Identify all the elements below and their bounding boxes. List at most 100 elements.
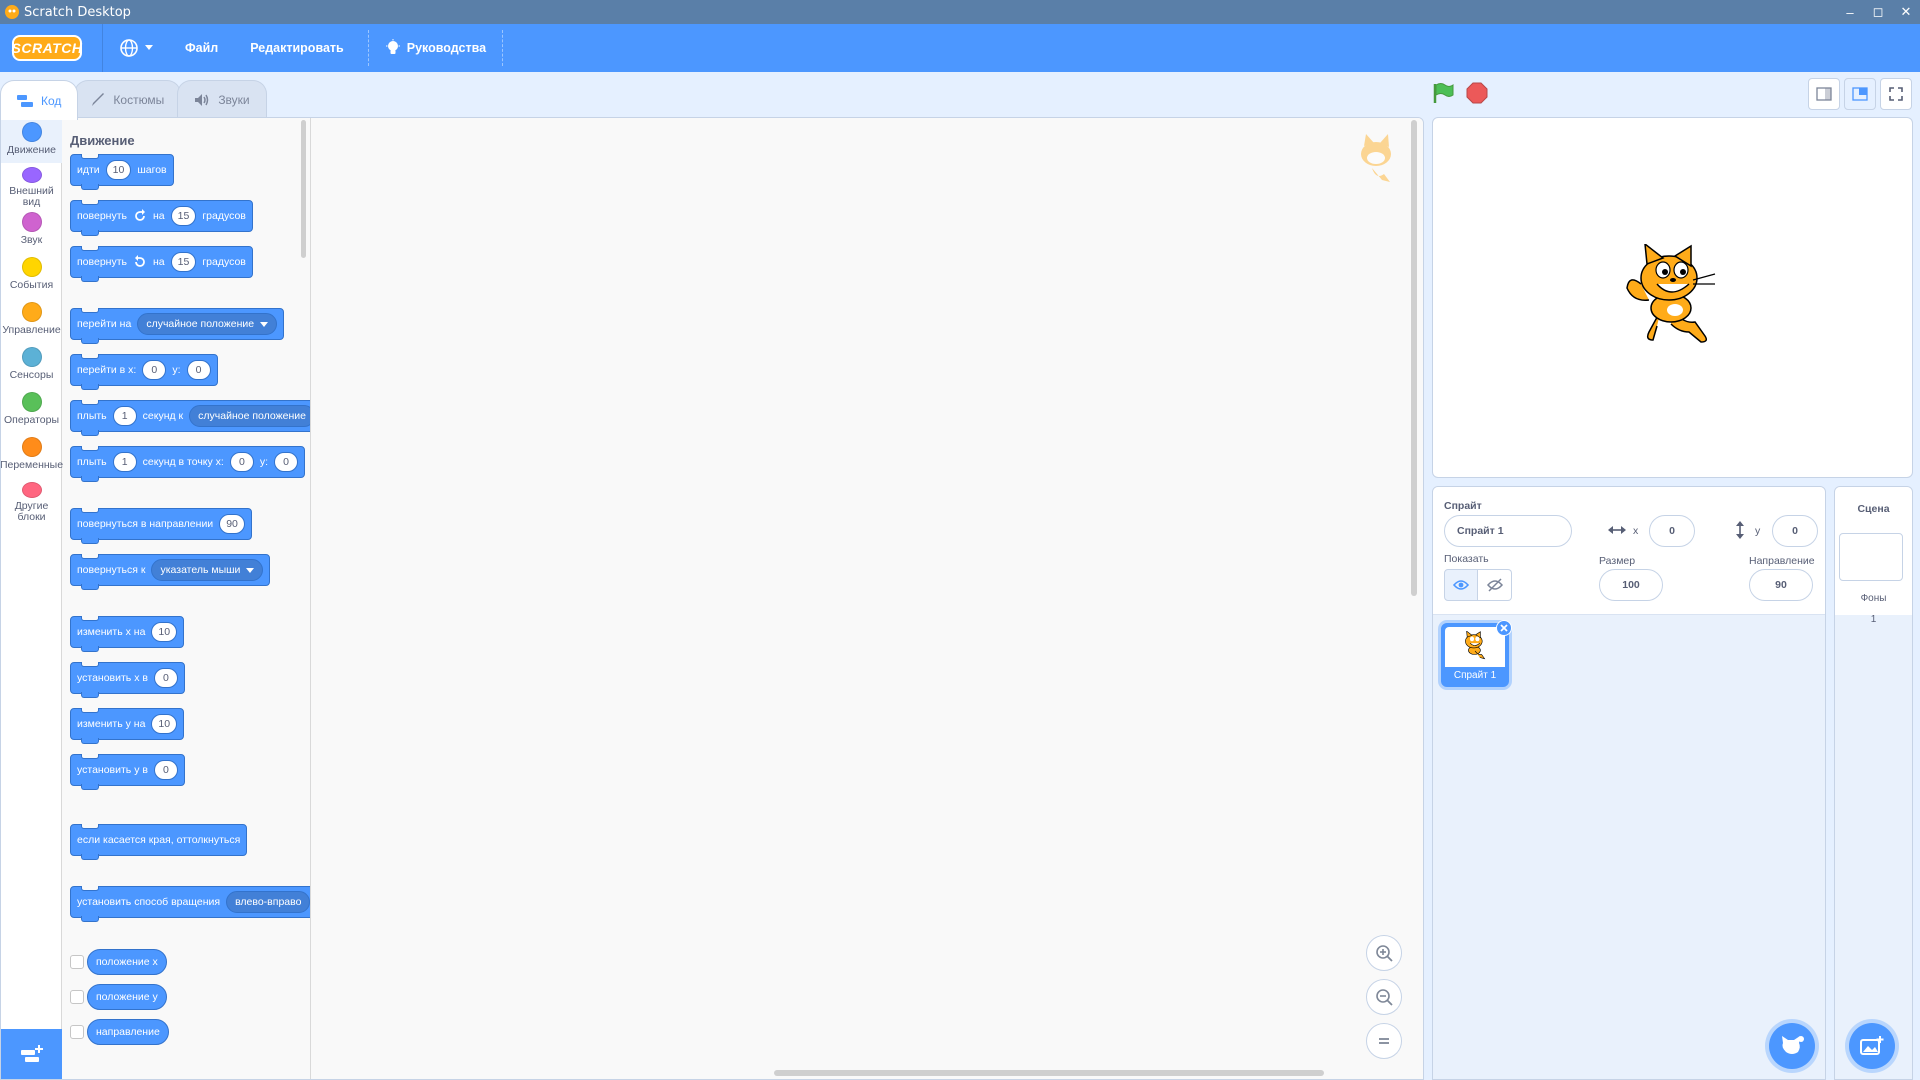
lightbulb-icon [385, 39, 400, 54]
category-variables[interactable]: Переменные [0, 433, 64, 478]
goto-target-dropdown[interactable]: случайное положение [137, 313, 278, 335]
fullscreen-button[interactable] [1880, 78, 1912, 110]
category-my-blocks[interactable]: Другие блоки [1, 478, 62, 523]
block-goto-xy[interactable]: перейти в x: 0 y: 0 [70, 354, 218, 390]
rotate-left-icon [135, 255, 145, 267]
value-input[interactable]: 10 [151, 714, 178, 734]
block-change-x[interactable]: изменить x на 10 [70, 616, 185, 652]
stop-icon[interactable] [1466, 82, 1488, 104]
block-glide-xy[interactable]: плыть 1 секунд в точку x: 0 y: 0 [70, 446, 306, 482]
block-text: если касается края, оттолкнуться [77, 834, 241, 846]
reporter-checkbox-x[interactable] [70, 955, 84, 969]
palette-category-title: Движение [70, 133, 135, 148]
block-turn-right[interactable]: повернуть на 15 градусов [70, 200, 253, 236]
glide-target-dropdown[interactable]: случайное положение [189, 405, 310, 427]
category-sound[interactable]: Звук [1, 208, 62, 253]
block-set-x[interactable]: установить x в 0 [70, 662, 185, 698]
tab-code[interactable]: Код [0, 80, 79, 120]
category-motion[interactable]: Движение [1, 118, 62, 163]
sprite-tile[interactable]: Спрайт 1 [1441, 620, 1512, 687]
category-dot [21, 347, 42, 367]
size-input[interactable]: 100 [1599, 569, 1663, 601]
add-extension-button[interactable] [1, 1029, 62, 1079]
block-bounce[interactable]: если касается края, оттолкнуться [70, 824, 248, 860]
script-workspace[interactable] [312, 118, 1423, 1079]
category-events[interactable]: События [1, 253, 62, 298]
delete-sprite-button[interactable] [1496, 620, 1512, 636]
zoom-in-icon [1376, 945, 1393, 962]
steps-input[interactable]: 10 [105, 160, 132, 180]
scratch-app-icon [5, 5, 19, 19]
tab-costumes[interactable]: Костюмы [74, 80, 182, 118]
zoom-in-button[interactable] [1366, 935, 1402, 971]
category-looks[interactable]: Внешний вид [1, 163, 62, 208]
restore-button[interactable]: ◻ [1864, 0, 1892, 24]
block-point-direction[interactable]: повернуться в направлении 90 [70, 508, 252, 544]
add-sprite-button[interactable] [1769, 1023, 1815, 1069]
block-turn-left[interactable]: повернуть на 15 градусов [70, 246, 253, 282]
value-input[interactable]: 10 [151, 622, 178, 642]
x-position-input[interactable]: 0 [1649, 515, 1695, 547]
stage-thumbnail[interactable] [1839, 533, 1903, 581]
caret-down-icon [246, 567, 255, 573]
tutorials-button[interactable]: Руководства [367, 30, 504, 66]
block-goto[interactable]: перейти на случайное положение [70, 308, 285, 344]
language-menu[interactable] [103, 24, 169, 72]
direction-input[interactable]: 90 [1749, 569, 1813, 601]
rotation-style-dropdown[interactable]: влево-вправо [226, 891, 310, 913]
category-operators[interactable]: Операторы [1, 388, 62, 433]
category-control[interactable]: Управление [1, 298, 62, 343]
normal-stage-button[interactable] [1844, 78, 1876, 110]
file-menu[interactable]: Файл [169, 24, 234, 72]
value-input[interactable]: 0 [153, 668, 178, 688]
hide-sprite-button[interactable] [1478, 569, 1512, 601]
block-glide-to[interactable]: плыть 1 секунд к случайное положение [70, 400, 310, 436]
reporter-checkbox-direction[interactable] [70, 1025, 84, 1039]
minimize-button[interactable]: – [1836, 0, 1864, 24]
reporter-x-position[interactable]: положение x [87, 949, 167, 975]
reporter-y-position[interactable]: положение y [87, 984, 167, 1010]
seconds-input[interactable]: 1 [112, 452, 137, 472]
palette-scrollbar[interactable] [301, 120, 306, 258]
zoom-out-button[interactable] [1366, 979, 1402, 1015]
stage-target-header[interactable]: Сцена Фоны 1 [1835, 487, 1912, 625]
block-palette: Движение идти 10 шагов повернуть на 15 г… [63, 118, 311, 1079]
scratch-logo[interactable]: SCRATCH [12, 35, 82, 61]
category-label: Переменные [0, 459, 64, 471]
workspace-vertical-scrollbar[interactable] [1411, 120, 1417, 596]
edit-menu[interactable]: Редактировать [234, 24, 359, 72]
zoom-reset-button[interactable] [1366, 1023, 1402, 1059]
degrees-input[interactable]: 15 [170, 252, 197, 272]
y-position-input[interactable]: 0 [1772, 515, 1818, 547]
caret-down-icon [260, 321, 269, 327]
sprite-name-input[interactable]: Спрайт 1 [1444, 515, 1572, 547]
block-point-towards[interactable]: повернуться к указатель мыши [70, 554, 271, 590]
workspace-horizontal-scrollbar[interactable] [774, 1070, 1324, 1076]
block-rotation-style[interactable]: установить способ вращения влево-вправо [70, 886, 310, 922]
block-move-steps[interactable]: идти 10 шагов [70, 154, 174, 190]
add-backdrop-button[interactable] [1849, 1023, 1895, 1069]
seconds-input[interactable]: 1 [112, 406, 137, 426]
normal-stage-icon [1852, 87, 1868, 101]
block-change-y[interactable]: изменить y на 10 [70, 708, 185, 744]
show-sprite-button[interactable] [1444, 569, 1478, 601]
y-input[interactable]: 0 [186, 360, 211, 380]
direction-input[interactable]: 90 [219, 514, 245, 534]
reporter-direction[interactable]: направление [87, 1019, 169, 1045]
small-stage-button[interactable] [1808, 78, 1840, 110]
x-input[interactable]: 0 [229, 452, 254, 472]
x-input[interactable]: 0 [142, 360, 167, 380]
block-set-y[interactable]: установить y в 0 [70, 754, 185, 790]
towards-target-dropdown[interactable]: указатель мыши [151, 559, 264, 581]
stage[interactable] [1432, 117, 1913, 478]
dropdown-value: случайное положение [198, 410, 306, 422]
y-input[interactable]: 0 [274, 452, 299, 472]
cat-sprite[interactable] [1623, 244, 1723, 350]
close-button[interactable]: ✕ [1892, 0, 1920, 24]
degrees-input[interactable]: 15 [170, 206, 197, 226]
value-input[interactable]: 0 [153, 760, 178, 780]
green-flag-icon[interactable] [1432, 82, 1454, 104]
reporter-checkbox-y[interactable] [70, 990, 84, 1004]
tab-sounds[interactable]: Звуки [177, 80, 267, 118]
category-sensing[interactable]: Сенсоры [1, 343, 62, 388]
